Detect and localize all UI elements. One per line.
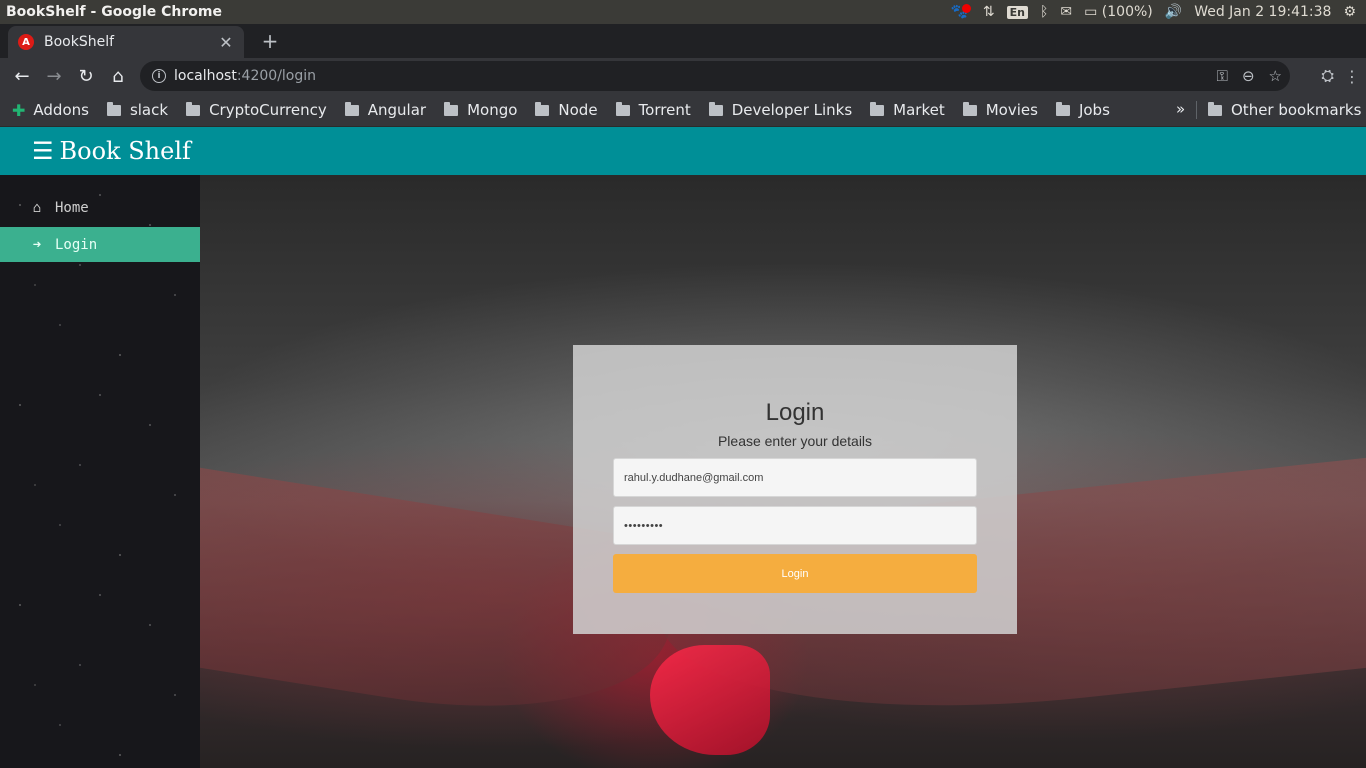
bookmark-folder-angular[interactable]: Angular [344,101,427,119]
clock[interactable]: Wed Jan 2 19:41:38 [1194,4,1331,20]
battery-indicator[interactable]: ▭ (100%) [1084,4,1153,20]
settings-gear-icon[interactable]: ⚙ [1343,4,1356,20]
angular-favicon-icon: A [18,34,34,50]
bookmark-label: Torrent [638,101,691,119]
bookmark-label: Developer Links [731,101,853,119]
sidebar-item-label: Home [55,200,89,216]
login-title: Login [765,399,825,426]
bookmarks-overflow-button[interactable]: » [1176,100,1185,118]
bookmark-label: slack [129,101,169,119]
bookmark-folder-torrent[interactable]: Torrent [615,101,691,119]
app-header: ☰ Book Shelf [0,127,1366,175]
other-bookmarks-folder[interactable]: Other bookmarks [1208,94,1361,126]
bookmark-folder-jobs[interactable]: Jobs [1055,101,1110,119]
bookmark-star-icon[interactable]: ☆ [1269,67,1282,85]
os-top-bar: BookShelf - Google Chrome 🐾 ⇅ En ᛒ ✉ ▭ (… [0,0,1366,24]
sidebar-item-login[interactable]: ➜ Login [0,227,200,262]
bookmark-addons[interactable]: ✚ Addons [12,101,89,120]
login-subtitle: Please enter your details [717,433,873,449]
battery-icon: ▭ [1084,4,1102,20]
window-title: BookShelf - Google Chrome [6,4,222,20]
bookmark-label: Angular [367,101,427,119]
key-icon[interactable]: ⚿ [1217,67,1228,85]
bookmark-folder-node[interactable]: Node [535,101,598,119]
bookmarks-bar: ✚ Addons slack CryptoCurrency Angular Mon… [0,94,1366,126]
sidebar-item-home[interactable]: ⌂ Home [0,191,200,225]
url-path: :4200/login [236,68,317,84]
folder-icon [962,101,977,116]
zoom-icon[interactable]: ⊖ [1242,67,1255,85]
sign-in-icon: ➜ [32,236,42,253]
bookmark-folder-developer-links[interactable]: Developer Links [708,101,853,119]
browser-tab[interactable]: A BookShelf ✕ [8,26,244,58]
folder-icon [615,101,630,116]
back-button[interactable]: ← [6,60,38,92]
omnibox-actions: ⚿ ⊖ ☆ [1217,61,1282,91]
email-field[interactable]: rahul.y.dudhane@gmail.com [613,458,977,497]
folder-icon [344,101,359,116]
background-ribbon-image [650,645,770,755]
browser-toolbar: ← → ↻ ⌂ i localhost:4200/login ⚿ ⊖ ☆ ⛭ ⋮ [0,58,1366,94]
folder-icon [708,101,723,116]
folder-icon [444,101,459,116]
network-icon[interactable]: ⇅ [983,4,995,20]
folder-icon [870,101,885,116]
site-info-icon[interactable]: i [152,69,166,83]
folder-icon [535,101,550,116]
home-button[interactable]: ⌂ [102,60,134,92]
sidebar-item-label: Login [55,236,98,253]
address-bar[interactable]: i localhost:4200/login ⚿ ⊖ ☆ [140,61,1290,91]
home-icon: ⌂ [32,200,42,216]
battery-percent: (100%) [1101,4,1153,20]
recording-indicator-icon[interactable]: 🐾 [950,3,971,20]
chrome-menu-icon[interactable]: ⋮ [1344,67,1360,86]
bookmark-folder-mongo[interactable]: Mongo [444,101,517,119]
folder-icon [1208,101,1222,116]
folder-icon [1055,101,1070,116]
main-content: Login Please enter your details rahul.y.… [200,175,1366,768]
bookmark-label: Movies [985,101,1038,119]
system-tray: 🐾 ⇅ En ᛒ ✉ ▭ (100%) 🔊 Wed Jan 2 19:41:38… [950,0,1366,24]
reload-button[interactable]: ↻ [70,60,102,92]
folder-icon [186,101,201,116]
keyboard-layout-indicator[interactable]: En [1006,5,1028,19]
bookmark-label: Mongo [467,101,518,119]
incognito-icon[interactable]: ⛭ [1321,66,1334,86]
bookmark-label: Node [558,101,598,119]
login-card: Login Please enter your details rahul.y.… [573,345,1017,634]
bookmark-label: CryptoCurrency [209,101,327,119]
bookmark-label: Jobs [1078,101,1110,119]
mail-icon[interactable]: ✉ [1060,4,1072,20]
bluetooth-icon[interactable]: ᛒ [1040,4,1048,20]
url-host: localhost [174,68,237,84]
sidebar: ⌂ Home ➜ Login [0,175,200,768]
bookmark-label: Addons [33,101,89,119]
bookmark-folder-market[interactable]: Market [870,101,945,119]
new-tab-button[interactable]: + [258,30,282,54]
close-tab-icon[interactable]: ✕ [218,33,234,52]
bookmark-label: Market [893,101,945,119]
forward-button[interactable]: → [38,60,70,92]
volume-icon[interactable]: 🔊 [1165,4,1182,20]
bookmark-folder-movies[interactable]: Movies [962,101,1038,119]
other-bookmarks-label: Other bookmarks [1231,101,1362,119]
toolbar-right: ⛭ ⋮ [1321,60,1360,92]
tab-strip: A BookShelf ✕ + [0,24,1366,58]
login-button[interactable]: Login [613,554,977,593]
bookmark-folder-slack[interactable]: slack [106,101,169,119]
app-title: Book Shelf [59,137,191,165]
menu-toggle-icon[interactable]: ☰ [32,137,54,165]
password-field[interactable]: ••••••••• [613,506,977,545]
bookmarks-divider [1196,101,1197,119]
bookmark-folder-cryptocurrency[interactable]: CryptoCurrency [186,101,327,119]
puzzle-icon: ✚ [12,100,26,120]
folder-icon [106,101,121,116]
tab-title: BookShelf [44,34,115,50]
